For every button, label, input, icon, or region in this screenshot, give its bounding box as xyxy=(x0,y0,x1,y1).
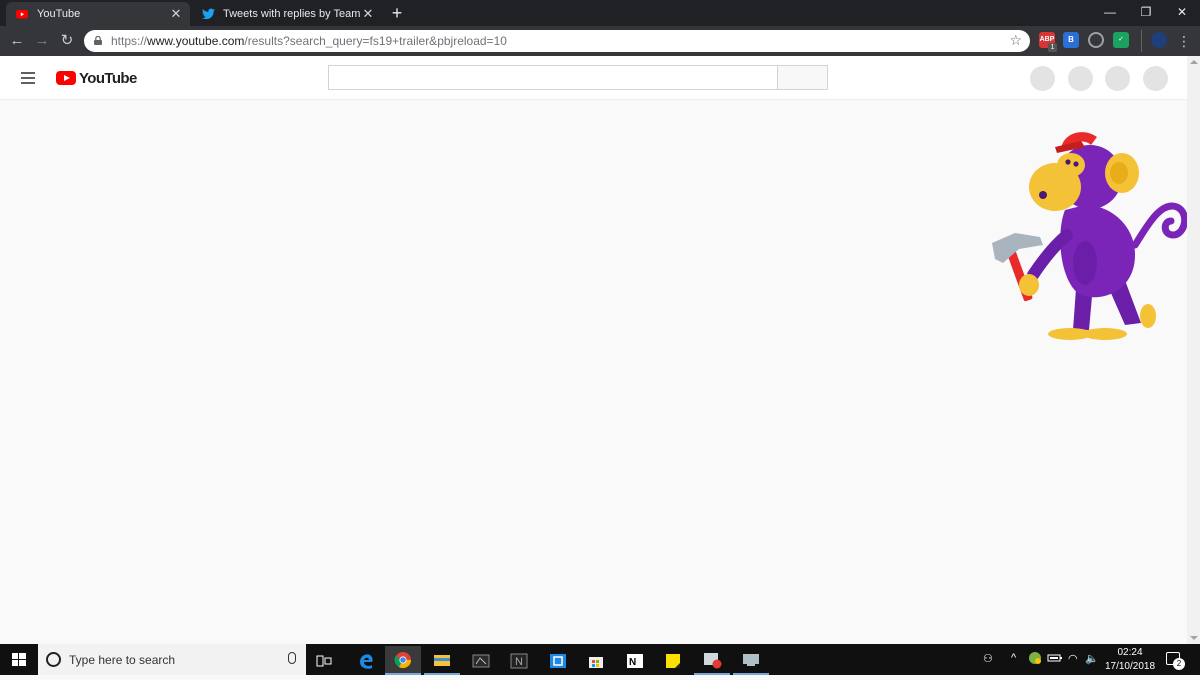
bookmark-star-icon[interactable]: ☆ xyxy=(1009,32,1022,49)
youtube-play-icon xyxy=(56,71,76,85)
twitter-favicon xyxy=(202,8,215,20)
extension-grey-icon[interactable] xyxy=(1088,32,1104,48)
microsoft-store-icon[interactable] xyxy=(578,646,614,675)
clock-time: 02:24 xyxy=(1117,647,1143,658)
cortana-icon xyxy=(46,652,61,667)
clock-date: 17/10/2018 xyxy=(1104,661,1156,672)
url-text: https://www.youtube.com/results?search_q… xyxy=(111,34,507,48)
taskbar-search-placeholder: Type here to search xyxy=(69,653,176,667)
remote-desktop-icon[interactable] xyxy=(733,646,769,675)
notification-count-badge: 2 xyxy=(1173,658,1185,670)
edge-icon[interactable] xyxy=(348,646,384,675)
tab-twitter[interactable]: Tweets with replies by Team You ✕ xyxy=(192,2,382,26)
scroll-up-icon[interactable] xyxy=(1190,60,1198,64)
people-icon[interactable]: ⚇ xyxy=(983,652,993,665)
volume-icon[interactable]: 🔈 xyxy=(1085,652,1099,665)
page-scrollbar[interactable] xyxy=(1187,56,1200,644)
tab-title: YouTube xyxy=(37,8,81,20)
youtube-logo-text: YouTube xyxy=(79,69,137,87)
forward-arrow-icon[interactable]: → xyxy=(33,32,51,50)
youtube-header: YouTube xyxy=(0,56,1187,100)
extension-shield-icon[interactable] xyxy=(1151,32,1167,48)
toolbar-divider xyxy=(1141,30,1142,52)
photos-app-icon[interactable] xyxy=(694,646,730,675)
close-window-icon[interactable]: ✕ xyxy=(1164,0,1200,24)
adblock-badge: 1 xyxy=(1048,43,1057,52)
menu-icon[interactable] xyxy=(21,72,35,84)
chrome-icon[interactable] xyxy=(385,646,421,675)
taskbar-search-box[interactable]: Type here to search xyxy=(38,644,306,675)
search-input[interactable] xyxy=(328,65,778,90)
tab-title: Tweets with replies by Team You xyxy=(223,8,360,20)
extension-green-icon[interactable]: ✓ xyxy=(1113,32,1129,48)
file-explorer-icon[interactable] xyxy=(424,646,460,675)
new-tab-button[interactable]: + xyxy=(388,4,406,22)
vpn-app-icon[interactable] xyxy=(540,646,576,675)
youtube-favicon xyxy=(16,8,28,20)
chrome-menu-icon[interactable]: ⋮ xyxy=(1175,32,1193,50)
start-button[interactable] xyxy=(0,644,38,675)
windows-logo-icon xyxy=(12,653,26,666)
restore-icon[interactable]: ❐ xyxy=(1128,0,1164,24)
tray-expand-icon[interactable]: ^ xyxy=(1011,652,1016,664)
close-tab-icon[interactable]: ✕ xyxy=(360,6,376,22)
newsflow-icon[interactable]: N xyxy=(617,646,653,675)
tab-youtube[interactable]: YouTube ✕ xyxy=(6,2,190,26)
reload-icon[interactable]: ↻ xyxy=(58,32,76,50)
placeholder-icon xyxy=(1068,66,1093,91)
tray-app-icon[interactable] xyxy=(1028,651,1042,668)
browser-toolbar: ← → ↻ https://www.youtube.com/results?se… xyxy=(0,26,1200,56)
browser-tab-bar: YouTube ✕ Tweets with replies by Team Yo… xyxy=(0,0,1200,26)
notion-icon[interactable]: N xyxy=(501,646,537,675)
sticky-notes-icon[interactable] xyxy=(655,646,691,675)
action-center-icon[interactable]: 2 xyxy=(1166,652,1185,670)
placeholder-icon xyxy=(1105,66,1130,91)
extension-blue-icon[interactable]: B xyxy=(1063,32,1079,48)
minimize-icon[interactable]: — xyxy=(1092,0,1128,24)
back-arrow-icon[interactable]: ← xyxy=(8,32,26,50)
monkey-hammer-illustration xyxy=(992,132,1189,340)
close-tab-icon[interactable]: ✕ xyxy=(168,6,184,22)
microphone-icon[interactable] xyxy=(288,652,296,664)
battery-icon[interactable] xyxy=(1047,653,1063,666)
task-view-icon[interactable] xyxy=(306,646,342,675)
wifi-icon[interactable]: ◠ xyxy=(1068,652,1078,665)
clock[interactable]: 02:24 17/10/2018 xyxy=(1102,646,1158,674)
nvidia-icon[interactable] xyxy=(463,646,499,675)
lock-icon xyxy=(94,36,102,45)
scroll-down-icon[interactable] xyxy=(1190,636,1198,640)
address-bar[interactable]: https://www.youtube.com/results?search_q… xyxy=(84,30,1030,52)
search-button[interactable] xyxy=(777,65,828,90)
svg-text:N: N xyxy=(515,656,523,668)
youtube-logo[interactable]: YouTube xyxy=(56,69,137,87)
windows-taskbar: Type here to search N N ⚇ ^ ◠ 🔈 02:24 17… xyxy=(0,644,1200,675)
svg-text:N: N xyxy=(629,657,636,668)
placeholder-avatar xyxy=(1143,66,1168,91)
placeholder-icon xyxy=(1030,66,1055,91)
